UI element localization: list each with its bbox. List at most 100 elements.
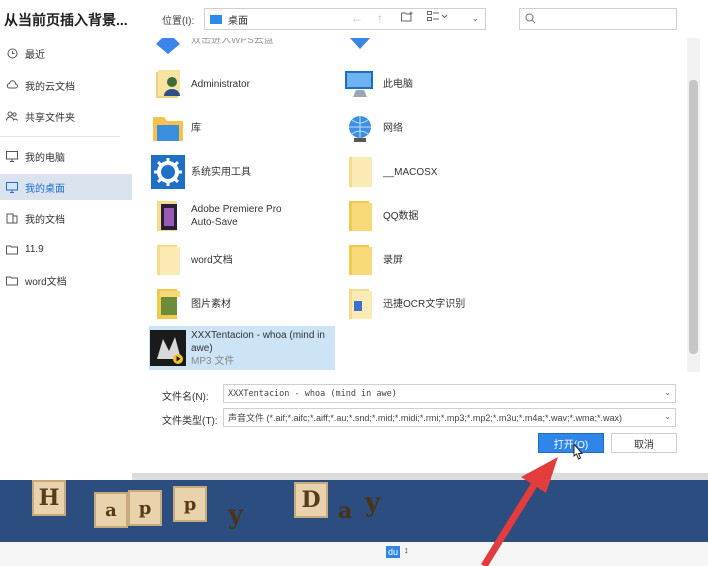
folder-icon — [6, 243, 18, 255]
file-item-word-docs[interactable]: word文档 — [149, 240, 339, 280]
wps-cloud-icon — [149, 38, 187, 59]
file-name: 此电脑 — [383, 78, 413, 90]
location-value: 桌面 — [228, 15, 248, 27]
mouse-cursor-icon — [573, 443, 583, 460]
scrollbar-thumb[interactable] — [689, 80, 698, 354]
shared-folder-icon — [6, 110, 18, 122]
dialog-bottom-edge — [132, 473, 708, 480]
file-item-macosx[interactable]: __MACOSX — [341, 152, 531, 192]
new-folder-icon[interactable] — [401, 11, 414, 25]
document-icon — [6, 212, 18, 224]
file-item-wps-cloud[interactable]: 双击进入WPS云盘 — [149, 38, 339, 60]
sidebar-item-shared-folder[interactable]: 共享文件夹 — [0, 103, 132, 129]
sidebar-item-folder-11-9[interactable]: 11.9 — [0, 236, 132, 262]
file-name: Administrator — [191, 78, 250, 90]
sidebar: 从当前页插入背景... 最近 我的云文档 共享文件夹 我的电脑 我的桌面 我的文… — [0, 0, 132, 480]
file-item-image-assets[interactable]: 图片素材 — [149, 284, 339, 324]
sidebar-item-my-desktop[interactable]: 我的桌面 — [0, 174, 132, 200]
file-name: QQ数据 — [383, 210, 419, 222]
sidebar-item-recent[interactable]: 最近 — [0, 40, 132, 66]
view-options-icon[interactable] — [427, 11, 449, 25]
sidebar-item-label: 我的云文档 — [25, 81, 75, 93]
chevron-down-icon: ⌄ — [662, 412, 671, 421]
desktop-icon — [210, 14, 222, 24]
banner-letter-tile: p — [128, 490, 162, 526]
monitor-icon — [6, 150, 18, 162]
file-list: 双击进入WPS云盘 Administrator 此电脑 库 网络 系统实用工具 … — [145, 38, 687, 372]
file-name: 双击进入WPS云盘 — [191, 38, 274, 46]
file-item-this-pc[interactable]: 此电脑 — [341, 64, 531, 104]
vertical-scrollbar[interactable] — [687, 38, 700, 372]
file-item-library[interactable]: 库 — [149, 108, 339, 148]
folder-icon — [341, 153, 379, 191]
search-icon — [525, 13, 536, 27]
location-label: 位置(I): — [162, 16, 195, 27]
back-icon[interactable]: ← — [351, 11, 363, 25]
banner-letter-tile: a — [94, 492, 128, 528]
library-icon — [149, 109, 187, 147]
filename-label: 文件名(N): — [162, 392, 209, 403]
filename-input[interactable]: XXXTentacion - whoa (mind in awe) ⌄ — [223, 384, 676, 403]
file-name: word文档 — [191, 254, 233, 266]
file-item-ocr[interactable]: 迅捷OCR文字识别 — [341, 284, 531, 324]
cloud-icon — [6, 79, 18, 91]
network-icon — [341, 109, 379, 147]
file-name: __MACOSX — [383, 166, 438, 178]
file-name: 图片素材 — [191, 298, 231, 310]
sidebar-item-my-computer[interactable]: 我的电脑 — [0, 143, 132, 169]
location-toolbar: 位置(I): 桌面 ⌄ ← ↑ — [145, 0, 708, 38]
banner-letter: y — [365, 488, 381, 518]
banner-letter-tile: p — [173, 486, 207, 522]
up-icon[interactable]: ↑ — [377, 11, 383, 25]
file-item-mp3-selected[interactable]: XXXTentacion - whoa (mind in awe) MP3 文件 — [149, 326, 335, 370]
desktop-icon — [6, 181, 18, 193]
file-type: MP3 文件 — [191, 355, 235, 367]
sidebar-item-cloud-docs[interactable]: 我的云文档 — [0, 72, 132, 98]
sidebar-item-label: 我的文档 — [25, 214, 65, 226]
file-name: 录屏 — [383, 254, 403, 266]
sidebar-item-label: 11.9 — [25, 243, 44, 255]
banner-letter-tile: H — [32, 480, 66, 516]
mp3-file-icon — [149, 329, 187, 367]
banner-letter: a — [338, 498, 353, 524]
banner-letter: y — [228, 500, 244, 530]
file-name: 库 — [191, 122, 201, 134]
folder-icon — [6, 274, 18, 286]
file-item-network[interactable]: 网络 — [341, 108, 531, 148]
cancel-button[interactable]: 取消 — [611, 433, 677, 453]
sidebar-item-label: word文档 — [25, 276, 67, 288]
input-method-badge: du — [386, 546, 401, 558]
clock-icon — [6, 47, 18, 59]
user-folder-icon — [149, 65, 187, 103]
file-name: 系统实用工具 — [191, 166, 251, 178]
folder-icon — [149, 241, 187, 279]
sidebar-item-word-docs[interactable]: word文档 — [0, 267, 132, 293]
folder-icon — [341, 197, 379, 235]
sidebar-item-my-documents[interactable]: 我的文档 — [0, 205, 132, 231]
slide-background-banner: H a p p y D a y — [0, 480, 708, 542]
filename-value: XXXTentacion - whoa (mind in awe) — [228, 388, 397, 399]
sidebar-item-label: 最近 — [25, 49, 45, 61]
file-item-premiere-autosave[interactable]: Adobe Premiere Pro Auto-Save — [149, 196, 339, 236]
chevron-updown-icon: ↕ — [404, 545, 409, 555]
sidebar-item-label: 共享文件夹 — [25, 112, 75, 124]
file-name: 迅捷OCR文字识别 — [383, 298, 466, 310]
sidebar-item-label: 我的电脑 — [25, 152, 65, 164]
sidebar-divider — [0, 136, 120, 137]
file-item-administrator[interactable]: Administrator — [149, 64, 339, 104]
search-input[interactable] — [519, 8, 677, 30]
chevron-down-icon: ⌄ — [664, 388, 671, 397]
chevron-down-icon: ⌄ — [471, 13, 479, 23]
file-item-shield[interactable] — [341, 38, 531, 60]
file-name: 网络 — [383, 122, 403, 134]
filetype-select[interactable]: 声音文件 (*.aif;*.aifc;*.aiff;*.au;*.snd;*.m… — [223, 408, 676, 427]
folder-icon — [341, 241, 379, 279]
banner-letter-tile: D — [294, 482, 328, 518]
file-item-qq-data[interactable]: QQ数据 — [341, 196, 531, 236]
file-item-screen-recording[interactable]: 录屏 — [341, 240, 531, 280]
sidebar-item-label: 我的桌面 — [25, 183, 65, 195]
folder-icon — [341, 285, 379, 323]
file-item-system-tools[interactable]: 系统实用工具 — [149, 152, 339, 192]
filetype-value: 声音文件 (*.aif;*.aifc;*.aiff;*.au;*.snd;*.m… — [228, 413, 622, 423]
bottom-strip: du ↕ — [0, 542, 708, 566]
